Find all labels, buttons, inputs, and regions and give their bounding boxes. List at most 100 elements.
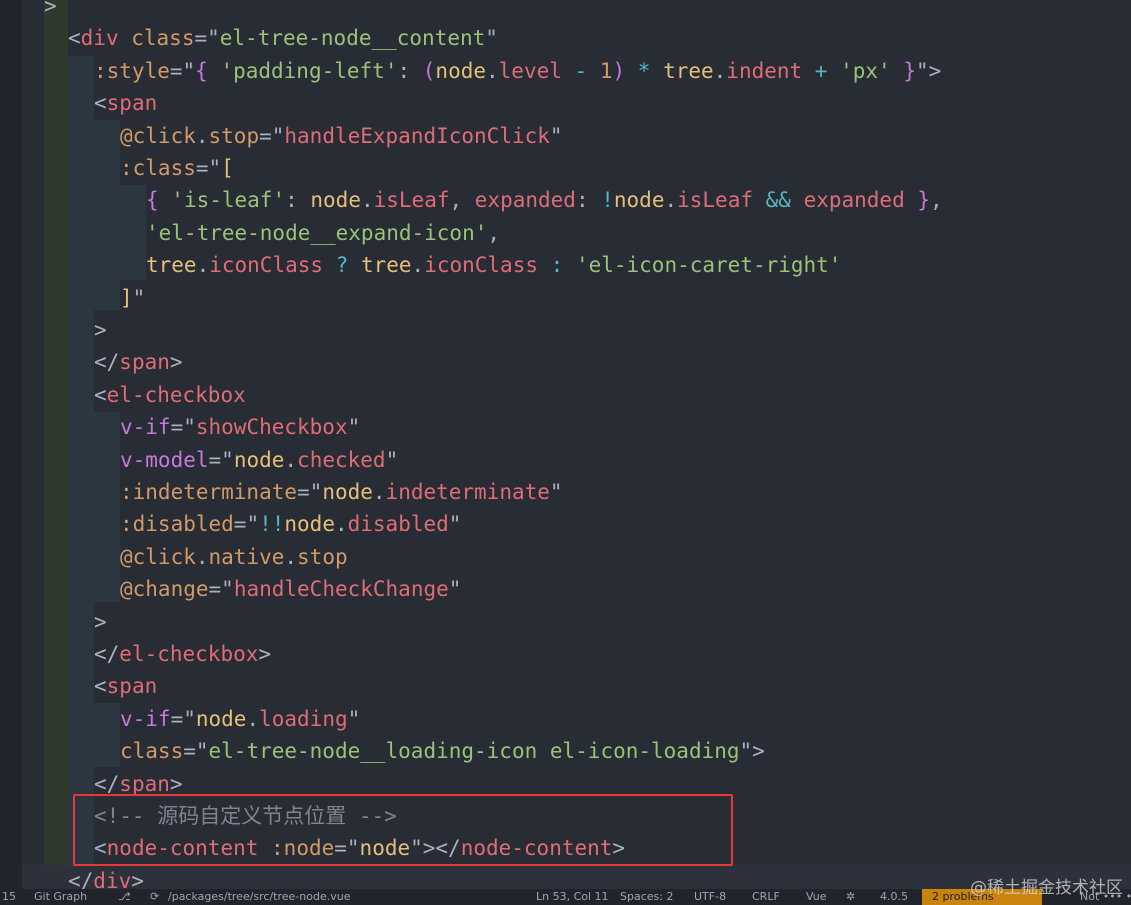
code-token: =" xyxy=(194,26,220,51)
git-graph-button[interactable]: Git Graph xyxy=(34,889,87,905)
code-token: tree xyxy=(360,253,412,278)
code-token: native xyxy=(208,544,285,569)
code-token: > xyxy=(94,318,107,342)
sync-icon[interactable]: ⟳ xyxy=(150,889,159,905)
code-line: > xyxy=(94,314,107,346)
red-annotation-box xyxy=(73,794,733,866)
code-token: } xyxy=(904,188,931,213)
code-line: > xyxy=(94,606,107,638)
indent-guide-block xyxy=(94,703,120,767)
code-token: . xyxy=(284,447,298,472)
code-token: expanded xyxy=(474,188,576,213)
code-token: =" xyxy=(208,577,234,602)
code-line: class="el-tree-node__loading-icon el-ico… xyxy=(120,735,765,767)
code-token: node xyxy=(310,188,361,213)
code-token: > xyxy=(169,350,183,375)
code-token: isLeaf xyxy=(677,188,753,213)
code-token: < xyxy=(68,26,81,51)
code-token: indent xyxy=(726,58,803,83)
code-token: </ xyxy=(68,868,94,889)
code-token: . xyxy=(334,512,348,537)
code-token: . xyxy=(360,188,374,213)
code-line: ]" xyxy=(120,282,145,314)
gutter xyxy=(0,0,22,889)
code-token: =" xyxy=(170,706,196,731)
encoding-setting[interactable]: UTF-8 xyxy=(694,889,726,905)
code-token: , xyxy=(930,188,943,213)
version-label: 4.0.5 xyxy=(880,890,908,903)
code-token: node xyxy=(613,188,665,213)
code-token: ! xyxy=(601,188,614,213)
code-token: =" xyxy=(297,480,323,504)
code-token: :disabled xyxy=(120,512,234,537)
code-token: . xyxy=(372,480,386,504)
settings-gear-icon[interactable]: ✲ xyxy=(846,889,855,905)
code-line: :disabled="!!node.disabled" xyxy=(120,508,461,540)
code-token: < xyxy=(94,382,107,407)
code-token: ( xyxy=(422,58,436,83)
code-token: el-checkbox xyxy=(106,382,246,407)
code-token: class xyxy=(131,26,195,51)
code-token: node xyxy=(284,512,335,537)
code-token: { xyxy=(146,188,172,213)
code-token: iconClass xyxy=(209,253,324,278)
code-token: node xyxy=(233,447,285,472)
eol-setting[interactable]: CRLF xyxy=(752,889,780,905)
language-mode[interactable]: Vue xyxy=(806,889,827,905)
code-token: . xyxy=(246,706,260,731)
code-token: 'px' xyxy=(840,58,891,83)
current-line-highlight xyxy=(22,864,1131,889)
code-line: v-if="node.loading" xyxy=(120,703,360,735)
code-line: @change="handleCheckChange" xyxy=(120,573,461,605)
code-token: span xyxy=(119,771,170,796)
code-token: [ xyxy=(221,156,234,180)
code-token: iconClass xyxy=(424,253,538,278)
code-line: { 'is-leaf': node.isLeaf, expanded: !nod… xyxy=(146,184,943,216)
indent-guide-block xyxy=(120,185,146,280)
code-token: node xyxy=(322,480,373,504)
code-token: { xyxy=(195,58,221,83)
code-token: : xyxy=(575,188,602,213)
code-token: ] xyxy=(120,285,133,310)
code-token: 'el-tree-node__expand-icon' xyxy=(146,220,488,245)
code-token: </ xyxy=(94,771,120,796)
code-token: ? xyxy=(323,253,361,278)
code-line: <el-checkbox xyxy=(94,379,246,411)
code-token: , xyxy=(449,188,475,213)
code-token: . xyxy=(411,253,425,278)
code-token: " xyxy=(549,480,563,504)
code-token: checked xyxy=(297,447,386,472)
code-token: 'padding-left' xyxy=(220,58,398,83)
file-path: /packages/tree/src/tree-node.vue xyxy=(168,890,351,903)
code-token: node xyxy=(435,58,486,83)
code-token: , xyxy=(487,220,501,245)
code-token: " xyxy=(448,512,462,537)
code-token: :class xyxy=(120,156,196,180)
code-token: . xyxy=(713,58,727,83)
code-line: v-if="showCheckbox" xyxy=(120,411,360,443)
code-token: v-model xyxy=(120,447,209,472)
code-token: =" xyxy=(208,447,234,472)
code-token: handleExpandIconClick xyxy=(284,123,550,148)
code-token: tree xyxy=(146,253,197,278)
code-token: . xyxy=(664,188,678,213)
code-token: div xyxy=(93,868,132,889)
code-token: > xyxy=(258,642,272,666)
cursor-position[interactable]: Ln 53, Col 11 xyxy=(536,889,609,905)
code-token: > xyxy=(169,771,183,796)
code-token: * xyxy=(625,58,664,83)
code-line: :indeterminate="node.indeterminate" xyxy=(120,476,563,508)
code-token: : xyxy=(397,58,423,83)
code-token: . xyxy=(195,544,209,569)
code-token: > xyxy=(131,868,144,889)
code-token: < xyxy=(94,91,107,116)
code-token: v-if xyxy=(120,415,171,440)
branch-icon[interactable]: ⎇ xyxy=(118,889,131,905)
indentation-setting[interactable]: Spaces: 2 xyxy=(620,889,673,905)
code-token: el-tree-node__loading-icon el-icon-loadi… xyxy=(208,739,740,764)
code-token: expanded xyxy=(803,188,905,213)
code-editor[interactable]: > <div class="el-tree-node__content":styl… xyxy=(0,0,1131,889)
code-line: :style="{ 'padding-left': (node.level - … xyxy=(94,55,941,87)
code-token: stop xyxy=(297,544,348,569)
